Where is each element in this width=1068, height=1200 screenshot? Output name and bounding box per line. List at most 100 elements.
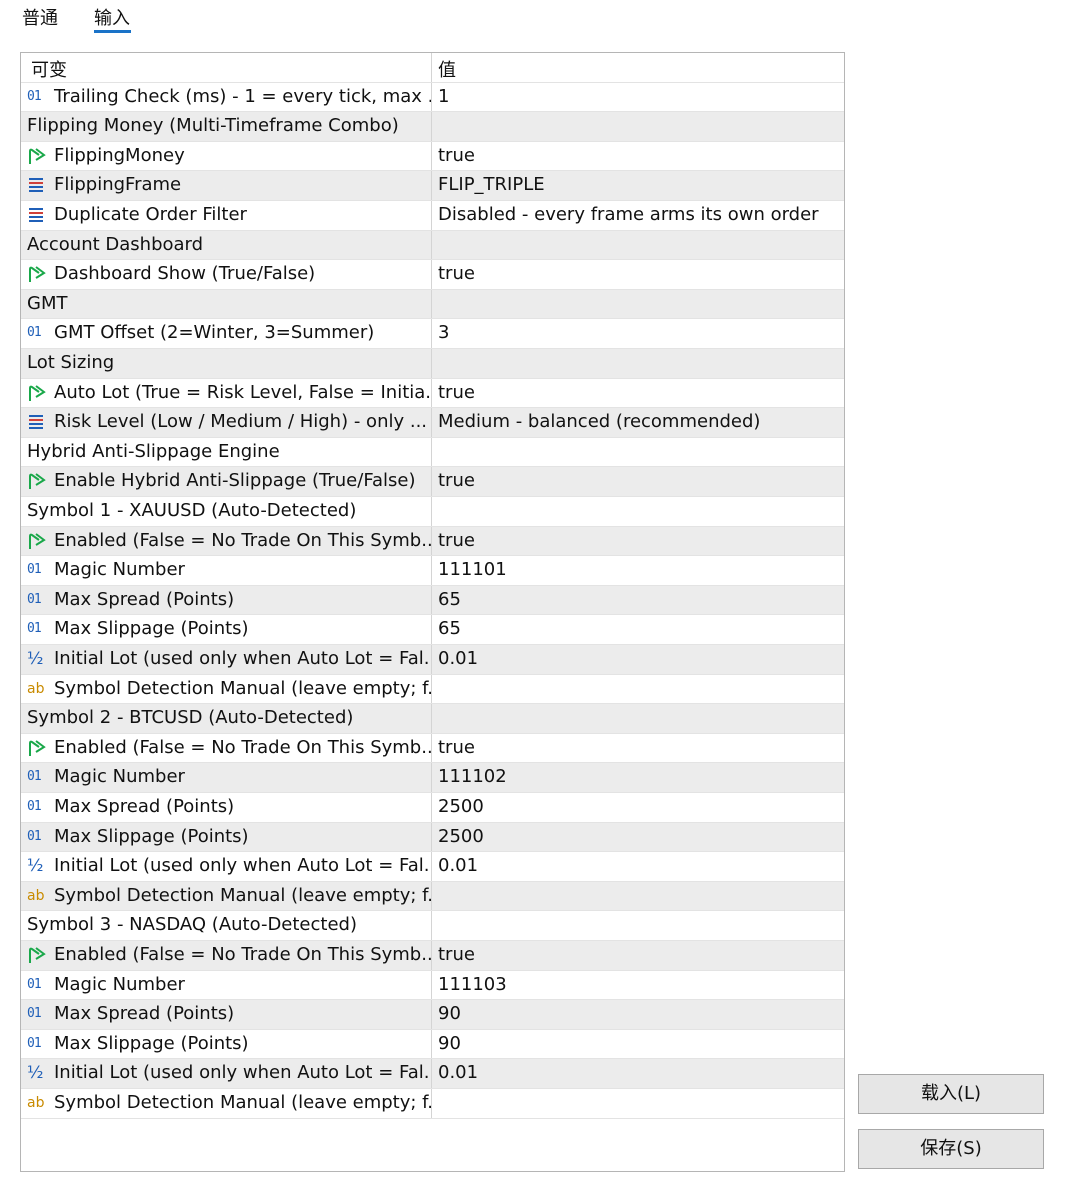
group-header-row[interactable]: Symbol 1 - XAUUSD (Auto-Detected)	[21, 497, 844, 527]
parameter-row[interactable]: Auto Lot (True = Risk Level, False = Ini…	[21, 378, 844, 409]
parameter-row[interactable]: Dashboard Show (True/False) true	[21, 260, 844, 290]
parameter-value-cell	[432, 704, 844, 733]
parameter-row[interactable]: 01 Magic Number 111102	[21, 763, 844, 793]
parameter-name: Hybrid Anti-Slippage Engine	[27, 440, 280, 462]
parameter-value-cell[interactable]: 3	[432, 319, 844, 348]
parameter-row[interactable]: Duplicate Order Filter Disabled - every f…	[21, 201, 844, 231]
parameter-value-cell[interactable]: true	[432, 467, 844, 496]
parameter-name-cell: Duplicate Order Filter	[21, 201, 432, 230]
column-header-value[interactable]: 值	[432, 53, 844, 82]
bool-arrow-icon	[27, 471, 47, 491]
parameter-name-cell: 01 Magic Number	[21, 970, 432, 1000]
parameter-row[interactable]: 01 Magic Number 111101	[21, 556, 844, 586]
parameter-name: Flipping Money (Multi-Timeframe Combo)	[27, 115, 399, 137]
parameter-value-cell[interactable]: 111103	[432, 971, 844, 1000]
fraction-icon: ½	[27, 649, 44, 669]
parameter-value-cell[interactable]: 2500	[432, 793, 844, 822]
parameter-row[interactable]: 01 Max Spread (Points) 90	[21, 1000, 844, 1030]
parameter-value-cell[interactable]: true	[432, 260, 844, 289]
parameter-row[interactable]: ½ Initial Lot (used only when Auto Lot = …	[21, 1059, 844, 1089]
group-header-row[interactable]: Hybrid Anti-Slippage Engine	[21, 437, 844, 468]
parameter-value-cell[interactable]: 0.01	[432, 852, 844, 881]
parameter-name-cell: Enabled (False = No Trade On This Symb..…	[21, 733, 432, 763]
parameter-name-cell: 01 Max Slippage (Points)	[21, 615, 432, 644]
group-header-row[interactable]: Account Dashboard	[21, 230, 844, 261]
parameter-name-cell: Lot Sizing	[21, 349, 432, 378]
load-button[interactable]: 载入(L)	[858, 1074, 1044, 1114]
integer-icon: 01	[27, 799, 42, 814]
group-header-row[interactable]: Flipping Money (Multi-Timeframe Combo)	[21, 112, 844, 142]
tab-common[interactable]: 普通	[22, 4, 58, 30]
parameter-row[interactable]: FlippingFrame FLIP_TRIPLE	[21, 171, 844, 201]
parameter-row[interactable]: 01 GMT Offset (2=Winter, 3=Summer) 3	[21, 319, 844, 349]
parameter-value-cell[interactable]: 1	[432, 83, 844, 112]
parameter-value-cell[interactable]: 111101	[432, 556, 844, 585]
group-header-row[interactable]: GMT	[21, 289, 844, 320]
parameter-value: true	[438, 381, 475, 403]
parameter-value-cell[interactable]: 0.01	[432, 1059, 844, 1088]
bool-arrow-icon	[27, 383, 47, 403]
parameter-value-cell[interactable]: 65	[432, 615, 844, 644]
parameter-row[interactable]: Enabled (False = No Trade On This Symb..…	[21, 941, 844, 971]
parameter-row[interactable]: ab Symbol Detection Manual (leave empty; …	[21, 674, 844, 705]
parameter-value-cell[interactable]: true	[432, 527, 844, 556]
parameter-row[interactable]: ½ Initial Lot (used only when Auto Lot = …	[21, 645, 844, 675]
parameter-name-cell: Risk Level (Low / Medium / High) - only …	[21, 408, 432, 437]
integer-icon: 01	[27, 1035, 42, 1051]
parameter-value: 0.01	[438, 855, 479, 877]
parameter-row[interactable]: ab Symbol Detection Manual (leave empty; …	[21, 1089, 844, 1119]
parameter-row[interactable]: 01 Trailing Check (ms) - 1 = every tick, …	[21, 82, 844, 113]
parameter-value: true	[438, 736, 475, 758]
integer-icon: 01	[27, 88, 42, 104]
parameter-row[interactable]: 01 Magic Number 111103	[21, 970, 844, 1001]
group-header-row[interactable]: Symbol 3 - NASDAQ (Auto-Detected)	[21, 911, 844, 941]
parameter-name: Max Spread (Points)	[54, 588, 235, 610]
parameter-row[interactable]: Enabled (False = No Trade On This Symb..…	[21, 733, 844, 764]
parameter-name: Magic Number	[54, 766, 185, 788]
tab-bar: 普通 输入	[0, 0, 300, 40]
parameter-value: FLIP_TRIPLE	[438, 174, 545, 196]
parameter-value-cell[interactable]	[432, 1089, 844, 1118]
parameter-value-cell[interactable]: true	[432, 142, 844, 171]
group-header-row[interactable]: Symbol 2 - BTCUSD (Auto-Detected)	[21, 704, 844, 734]
parameter-value-cell[interactable]: 65	[432, 586, 844, 615]
parameter-value: 65	[438, 618, 461, 640]
parameter-value-cell[interactable]: Disabled - every frame arms its own orde…	[432, 201, 844, 230]
parameter-name-cell: ½ Initial Lot (used only when Auto Lot = …	[21, 1059, 432, 1088]
parameter-value-cell[interactable]: 2500	[432, 823, 844, 852]
parameter-row[interactable]: 01 Max Spread (Points) 2500	[21, 793, 844, 823]
parameter-name: Lot Sizing	[27, 352, 115, 373]
parameter-row[interactable]: 01 Max Slippage (Points) 65	[21, 615, 844, 645]
parameter-row[interactable]: Enable Hybrid Anti-Slippage (True/False)…	[21, 467, 844, 497]
parameter-value-cell[interactable]: Medium - balanced (recommended)	[432, 408, 844, 437]
parameter-value-cell[interactable]: true	[432, 941, 844, 970]
parameter-row[interactable]: 01 Max Spread (Points) 65	[21, 585, 844, 616]
parameter-row[interactable]: ½ Initial Lot (used only when Auto Lot = …	[21, 852, 844, 882]
parameter-value-cell[interactable]: 90	[432, 1030, 844, 1059]
parameter-name-cell: Account Dashboard	[21, 230, 432, 260]
tab-inputs[interactable]: 输入	[94, 4, 130, 30]
parameter-value-cell[interactable]	[432, 675, 844, 704]
parameter-name-cell: GMT	[21, 289, 432, 319]
parameter-row[interactable]: FlippingMoney true	[21, 141, 844, 172]
parameter-value-cell[interactable]: 0.01	[432, 645, 844, 674]
parameter-value-cell[interactable]: 90	[432, 1000, 844, 1029]
group-header-row[interactable]: Lot Sizing	[21, 349, 844, 379]
parameter-value-cell[interactable]: 111102	[432, 763, 844, 792]
parameter-row[interactable]: 01 Max Slippage (Points) 90	[21, 1029, 844, 1060]
parameter-row[interactable]: Risk Level (Low / Medium / High) - only …	[21, 408, 844, 438]
column-header-variable[interactable]: 可变	[21, 53, 432, 82]
parameter-value: 2500	[438, 825, 484, 847]
save-button[interactable]: 保存(S)	[858, 1129, 1044, 1169]
parameter-row[interactable]: ab Symbol Detection Manual (leave empty; …	[21, 881, 844, 912]
parameter-value-cell[interactable]: FLIP_TRIPLE	[432, 171, 844, 200]
parameter-row[interactable]: Enabled (False = No Trade On This Symb..…	[21, 526, 844, 557]
parameter-value-cell[interactable]: true	[432, 379, 844, 408]
parameter-row[interactable]: 01 Max Slippage (Points) 2500	[21, 822, 844, 853]
parameter-name-cell: ab Symbol Detection Manual (leave empty; …	[21, 881, 432, 911]
parameter-value-cell[interactable]	[432, 882, 844, 911]
parameter-name-cell: Symbol 2 - BTCUSD (Auto-Detected)	[21, 704, 432, 733]
parameter-value-cell[interactable]: true	[432, 734, 844, 763]
parameter-value-cell	[432, 290, 844, 319]
parameter-name-cell: 01 Max Spread (Points)	[21, 1000, 432, 1029]
